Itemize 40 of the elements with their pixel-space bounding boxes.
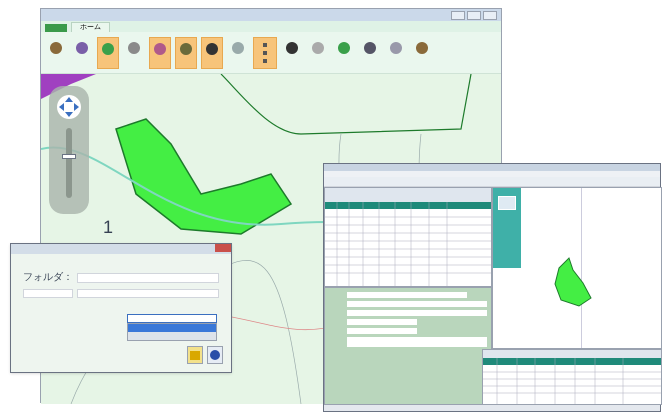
tool-icon (363, 40, 377, 54)
pan-control-icon[interactable] (56, 94, 82, 120)
folder-path-field[interactable] (77, 272, 219, 282)
input-field[interactable] (347, 319, 417, 325)
tool-icon (49, 40, 63, 54)
option-icon (263, 42, 267, 62)
tool-icon (415, 40, 429, 54)
tool-icon (311, 40, 325, 54)
map-navigation-panel[interactable] (49, 86, 89, 214)
globe-icon (210, 350, 220, 360)
input-field[interactable] (23, 289, 73, 298)
ribbon-button[interactable] (201, 36, 223, 68)
close-button[interactable] (483, 10, 497, 20)
zoom-slider-thumb[interactable] (62, 154, 76, 159)
tool-icon (153, 42, 167, 56)
maximize-button[interactable] (467, 10, 481, 20)
folder-label: フォルダ： (23, 271, 73, 285)
input-field[interactable] (347, 301, 487, 307)
input-field[interactable] (77, 289, 219, 298)
map-label: 1 (103, 216, 114, 239)
tool-icon (101, 42, 115, 56)
folder-icon (190, 350, 200, 360)
ribbon-button-stack[interactable] (253, 36, 277, 68)
tool-icon (231, 40, 245, 54)
input-field[interactable] (347, 328, 417, 334)
dropdown[interactable] (127, 314, 217, 323)
input-field[interactable] (347, 337, 487, 347)
tool-icon (337, 40, 351, 54)
parcel-shape (554, 257, 592, 307)
tool-icon (389, 40, 403, 54)
minimize-button[interactable] (451, 10, 465, 20)
thumbnail[interactable] (498, 196, 516, 210)
tool-icon (127, 40, 141, 54)
tool-icon (179, 42, 193, 56)
globe-button[interactable] (207, 346, 223, 364)
tool-icon (285, 40, 299, 54)
input-field[interactable] (347, 292, 467, 298)
tool-icon (75, 40, 89, 54)
tool-icon (205, 42, 219, 56)
input-field[interactable] (347, 310, 487, 316)
